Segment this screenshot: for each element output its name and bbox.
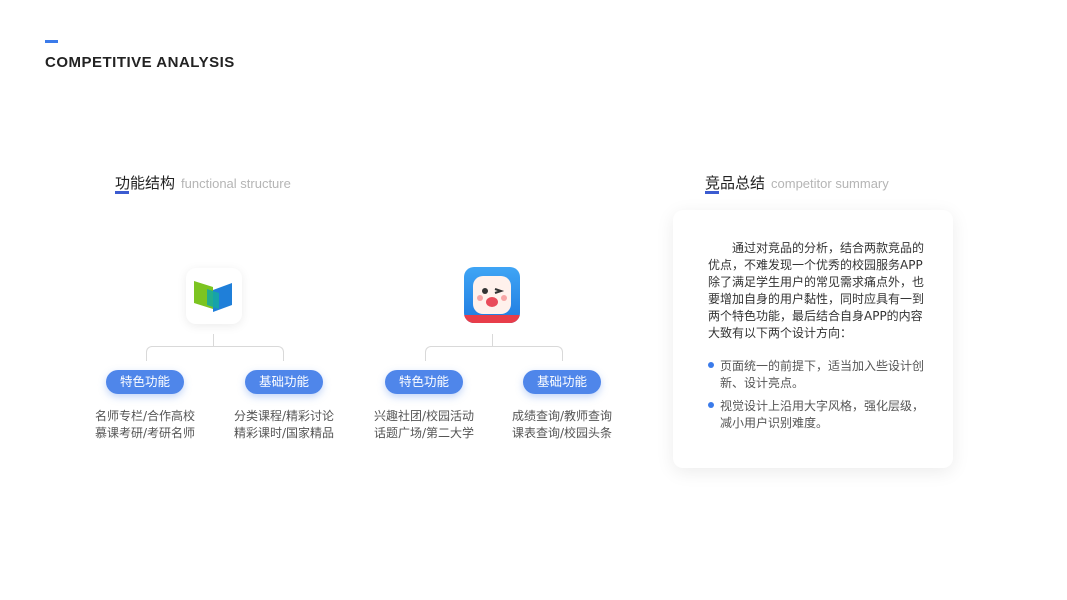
tree-connector: [213, 334, 214, 346]
bullet-dot-icon: [708, 402, 714, 408]
basic-pill: 基础功能: [523, 370, 601, 394]
desc-line: 兴趣社团/校园活动: [373, 409, 475, 423]
desc-line: 分类课程/精彩讨论: [233, 409, 335, 423]
bullet-text: 视觉设计上沿用大字风格，强化层级，减小用户识别难度。: [720, 399, 925, 430]
tree-connector: [492, 334, 493, 346]
competitor-summary-heading: 竞品总结 competitor summary: [705, 172, 889, 194]
section-title-zh: 功能结构: [115, 174, 176, 194]
bullet-dot-icon: [708, 362, 714, 368]
desc-line: 慕课考研/考研名师: [94, 426, 196, 440]
branch-description: 名师专栏/合作高校 慕课考研/考研名师: [85, 408, 205, 442]
section-title-zh: 竞品总结: [705, 174, 766, 194]
desc-line: 成绩查询/教师查询: [511, 409, 613, 423]
desc-line: 精彩课时/国家精品: [233, 426, 335, 440]
green-blue-book-logo-icon: [186, 268, 242, 324]
summary-paragraph: 通过对竞品的分析，结合两款竞品的优点，不难发现一个优秀的校园服务APP除了满足学…: [708, 241, 925, 340]
summary-card: 通过对竞品的分析，结合两款竞品的优点，不难发现一个优秀的校园服务APP除了满足学…: [673, 210, 953, 468]
branch-description: 兴趣社团/校园活动 话题广场/第二大学: [364, 408, 484, 442]
branch-description: 成绩查询/教师查询 课表查询/校园头条: [502, 408, 622, 442]
branch-description: 分类课程/精彩讨论 精彩课时/国家精品: [224, 408, 344, 442]
page-title: COMPETITIVE ANALYSIS: [45, 54, 235, 71]
cartoon-mascot-logo-icon: [464, 267, 520, 323]
tree-connector: [425, 346, 563, 361]
title-accent-dash: [45, 40, 58, 43]
tree-connector: [146, 346, 284, 361]
summary-bullet: 页面统一的前提下，适当加入些设计创新、设计亮点。: [708, 358, 932, 392]
desc-line: 话题广场/第二大学: [373, 426, 475, 440]
section-title-en: competitor summary: [771, 176, 889, 191]
section-title-en: functional structure: [181, 176, 291, 191]
functional-structure-heading: 功能结构 functional structure: [115, 172, 291, 194]
bullet-text: 页面统一的前提下，适当加入些设计创新、设计亮点。: [720, 359, 925, 390]
summary-bullet: 视觉设计上沿用大字风格，强化层级，减小用户识别难度。: [708, 398, 932, 432]
basic-pill: 基础功能: [245, 370, 323, 394]
desc-line: 课表查询/校园头条: [511, 426, 613, 440]
desc-line: 名师专栏/合作高校: [94, 409, 196, 423]
feature-pill: 特色功能: [106, 370, 184, 394]
feature-pill: 特色功能: [385, 370, 463, 394]
